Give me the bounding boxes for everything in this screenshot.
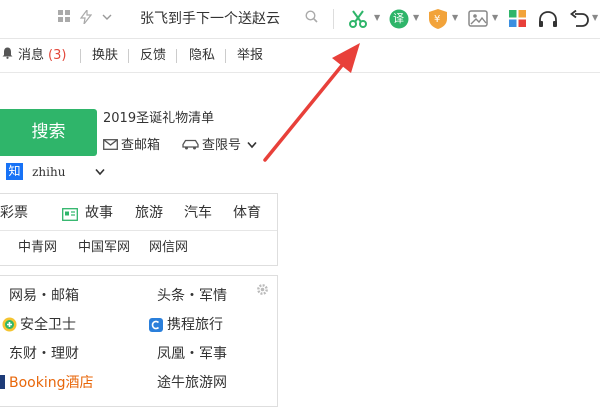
bell-icon [2, 47, 13, 64]
search-icon[interactable] [305, 10, 318, 29]
chevron-down-icon[interactable]: ▼ [452, 13, 458, 22]
link-zhongqing[interactable]: 中青网 [18, 240, 57, 256]
privacy-link[interactable]: 隐私 [189, 47, 215, 64]
separator [225, 49, 226, 63]
site-security-guard[interactable]: 安全卫士 [20, 316, 76, 334]
category-sports[interactable]: 体育 [233, 204, 261, 222]
message-count-badge: (3) [48, 48, 67, 63]
security-guard-icon [2, 317, 17, 336]
zhihu-logo: 知 [6, 163, 23, 180]
ctrip-icon [149, 317, 163, 336]
messages-label: 消息 [18, 48, 45, 63]
search-query-text[interactable]: 张飞到手下一个送赵云 [140, 10, 280, 28]
site-booking[interactable]: Booking酒店 [9, 374, 94, 392]
site-eastmoney[interactable]: 东财・理财 [9, 345, 79, 363]
category-auto[interactable]: 汽车 [184, 204, 212, 222]
chevron-down-icon[interactable]: ▼ [413, 13, 419, 22]
shield-icon[interactable]: ¥ [428, 8, 448, 36]
chevron-down-icon[interactable]: ▼ [592, 13, 598, 22]
site-netease-mail[interactable]: 网易・邮箱 [9, 287, 79, 305]
red-arrow-annotation [263, 43, 360, 162]
separator [80, 49, 81, 63]
chevron-down-icon[interactable] [102, 10, 112, 28]
mail-icon [103, 139, 118, 150]
search-engine-label: zhihu [32, 164, 66, 179]
image-icon[interactable] [468, 10, 488, 33]
car-icon [182, 139, 199, 150]
site-toutiao-military[interactable]: 头条・军情 [157, 287, 227, 305]
category-story[interactable]: 故事 [85, 204, 113, 222]
link-china-military[interactable]: 中国军网 [78, 240, 130, 256]
card-divider [0, 230, 277, 231]
gear-icon[interactable] [256, 281, 269, 300]
check-mail-label: 查邮箱 [121, 138, 161, 153]
link-wangxin[interactable]: 网信网 [149, 240, 188, 256]
headphones-icon[interactable] [538, 10, 558, 34]
translate-badge: 译 [393, 12, 404, 25]
apps-icon[interactable] [509, 10, 526, 33]
lightning-icon[interactable] [79, 8, 93, 30]
translate-icon[interactable]: 译 [389, 9, 409, 35]
chevron-down-icon[interactable]: ▼ [374, 13, 380, 22]
separator [128, 49, 129, 63]
grid-icon[interactable] [58, 10, 70, 28]
search-button[interactable]: 搜索 [0, 109, 97, 156]
feedback-link[interactable]: 反馈 [140, 47, 166, 64]
separator [176, 49, 177, 63]
messages-link[interactable]: 消息 (3) [18, 47, 66, 64]
category-lottery[interactable]: 彩票 [0, 204, 28, 222]
chevron-down-icon [94, 168, 105, 175]
toolbar-divider [333, 9, 334, 29]
site-ctrip[interactable]: 携程旅行 [167, 316, 223, 334]
booking-logo [0, 375, 5, 389]
site-ifeng-military[interactable]: 凤凰・军事 [157, 345, 227, 363]
search-engine-select[interactable]: 知 zhihu [6, 161, 105, 180]
check-plate-label: 查限号 [202, 138, 242, 153]
check-mail-link[interactable]: 查邮箱 [103, 138, 160, 154]
chevron-down-icon [247, 141, 257, 149]
skin-link[interactable]: 换肤 [92, 47, 118, 64]
story-icon [62, 206, 78, 225]
undo-icon[interactable] [570, 9, 590, 34]
promo-link[interactable]: 2019圣诞礼物清单 [103, 111, 214, 127]
check-plate-link[interactable]: 查限号 [182, 138, 257, 154]
top-toolbar: 张飞到手下一个送赵云 ▼ 译 ▼ ¥ ▼ ▼ ▼ [0, 0, 600, 39]
category-travel[interactable]: 旅游 [135, 204, 163, 222]
chevron-down-icon[interactable]: ▼ [492, 13, 498, 22]
scissors-icon[interactable] [348, 9, 368, 35]
shield-badge: ¥ [434, 14, 441, 25]
site-tuniu[interactable]: 途牛旅游网 [157, 374, 227, 392]
